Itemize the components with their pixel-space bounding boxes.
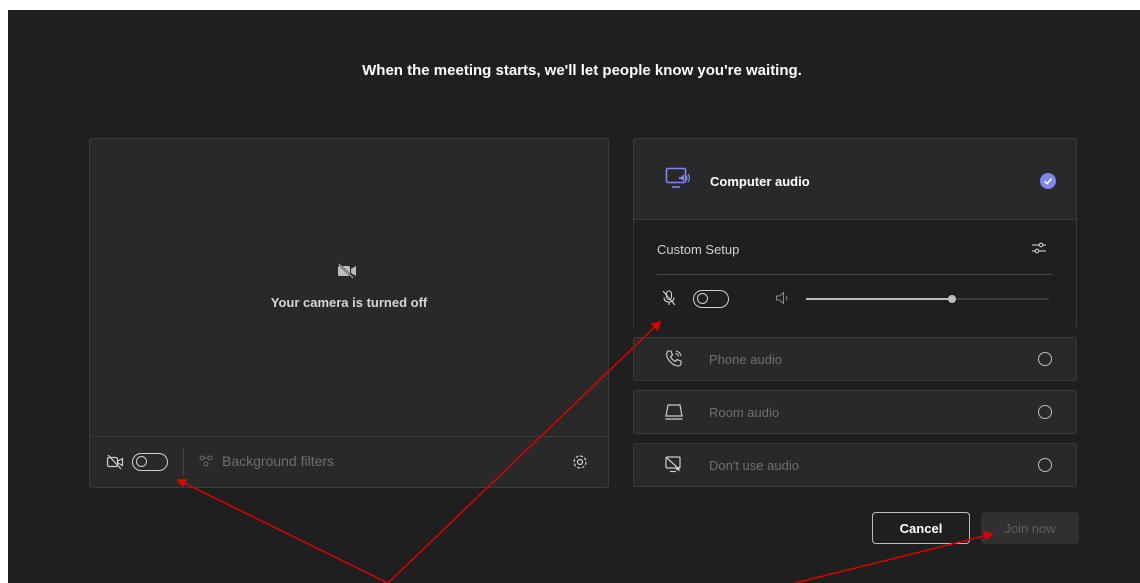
arrow-to-camera-toggle [176,479,389,583]
arrow-to-microphone-toggle [387,320,662,583]
arrow-to-join-button [794,531,994,583]
annotation-arrows [176,320,994,583]
